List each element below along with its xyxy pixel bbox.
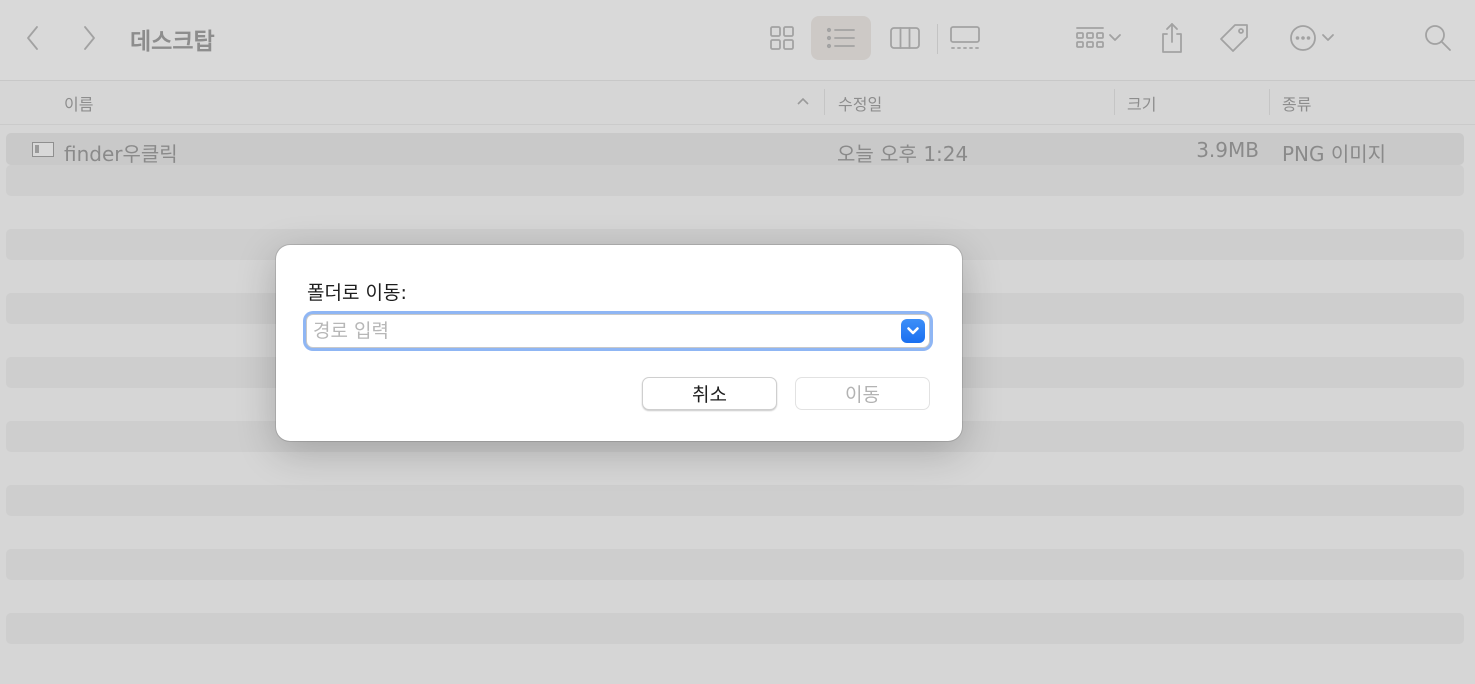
tag-icon [1220, 24, 1248, 52]
column-divider[interactable] [1269, 89, 1270, 115]
path-history-dropdown-button[interactable] [901, 319, 925, 343]
more-actions-button[interactable] [1282, 20, 1342, 56]
toolbar-divider [937, 24, 938, 54]
empty-row-stripe [6, 165, 1464, 196]
icon-view-icon [770, 26, 794, 50]
chevron-left-icon [27, 26, 38, 50]
column-divider[interactable] [1114, 89, 1115, 115]
go-button[interactable]: 이동 [795, 377, 930, 410]
chevron-down-icon [907, 327, 919, 335]
empty-row-stripe [6, 613, 1464, 644]
gallery-view-button[interactable] [945, 20, 985, 56]
file-row[interactable]: finder우클릭 오늘 오후 1:24 3.9MB PNG 이미지 [6, 133, 1464, 166]
column-header-size[interactable]: 크기 [1127, 91, 1156, 115]
toolbar: 데스크탑 [0, 0, 1475, 81]
chevron-right-icon [84, 26, 95, 50]
go-to-folder-dialog: 폴더로 이동: 취소 이동 [276, 245, 962, 441]
search-button[interactable] [1418, 20, 1458, 56]
dialog-title: 폴더로 이동: [307, 282, 407, 304]
column-view-button[interactable] [885, 20, 925, 56]
share-icon [1162, 23, 1182, 53]
empty-row-stripe [6, 549, 1464, 580]
path-combobox [306, 314, 930, 348]
file-name: finder우클릭 [64, 142, 178, 166]
column-header: 이름 수정일 크기 종류 [0, 81, 1475, 125]
column-divider[interactable] [824, 89, 825, 115]
file-date: 오늘 오후 1:24 [837, 142, 969, 166]
share-button[interactable] [1154, 18, 1190, 58]
column-header-name[interactable]: 이름 [64, 91, 93, 115]
file-kind: PNG 이미지 [1282, 142, 1387, 166]
search-icon [1425, 25, 1451, 51]
ellipsis-circle-icon [1290, 25, 1316, 51]
window-title: 데스크탑 [130, 29, 215, 55]
column-view-icon [890, 27, 920, 49]
path-input[interactable] [313, 316, 893, 346]
chevron-down-icon [1109, 34, 1121, 41]
forward-button[interactable] [74, 22, 104, 54]
tag-button[interactable] [1214, 18, 1254, 58]
empty-row-stripe [6, 485, 1464, 516]
gallery-view-icon [950, 26, 980, 49]
file-size: 3.9MB [1196, 138, 1259, 162]
sort-ascending-icon [795, 93, 811, 112]
icon-view-button[interactable] [764, 20, 800, 56]
group-by-button[interactable] [1066, 20, 1130, 56]
cancel-button[interactable]: 취소 [642, 377, 777, 410]
list-view-button[interactable] [811, 16, 871, 60]
chevron-down-icon [1322, 34, 1334, 41]
column-header-kind[interactable]: 종류 [1282, 91, 1311, 115]
png-file-icon [32, 142, 54, 157]
list-view-icon [826, 27, 855, 49]
back-button[interactable] [18, 22, 48, 54]
column-header-date[interactable]: 수정일 [838, 91, 882, 115]
group-by-icon [1076, 27, 1104, 48]
